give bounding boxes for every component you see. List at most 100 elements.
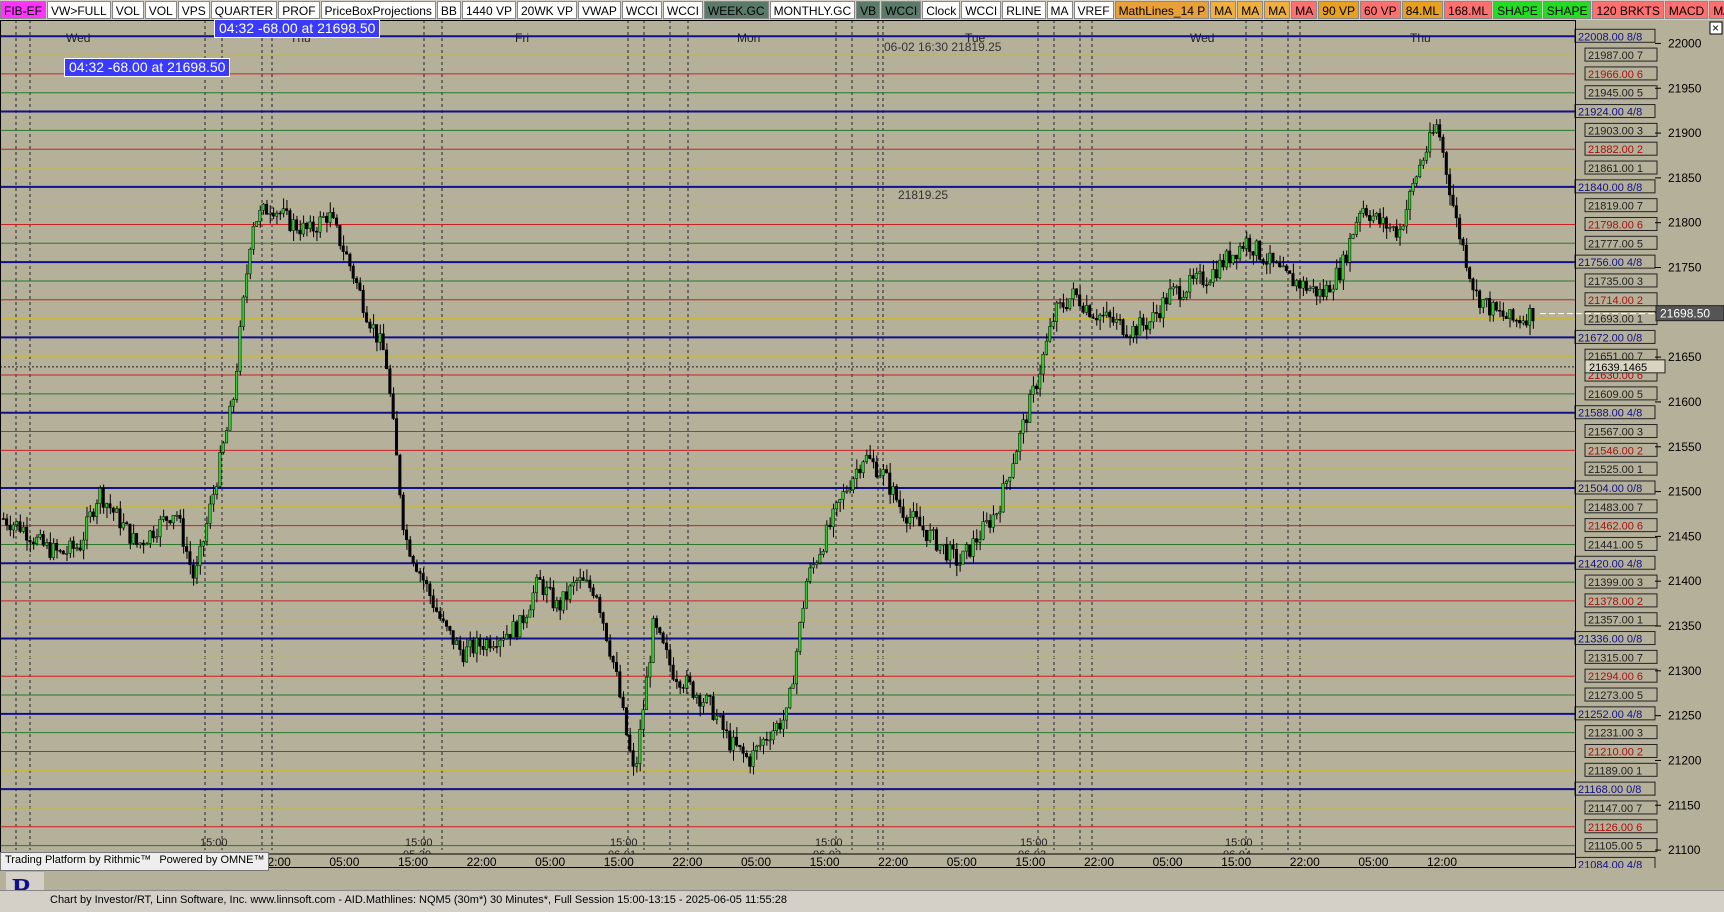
toolbar-button-wcci[interactable]: WCCI <box>961 1 1002 19</box>
candle <box>365 312 369 323</box>
candle <box>1351 234 1355 239</box>
candle <box>125 522 129 525</box>
toolbar-button-prof[interactable]: PROF <box>278 1 320 19</box>
candle <box>38 534 42 538</box>
toolbar-button-week-gc[interactable]: WEEK.GC <box>703 1 769 19</box>
toolbar-button-macd[interactable]: MACD <box>1664 1 1709 19</box>
candle <box>688 675 692 683</box>
toolbar-button-vps[interactable]: VPS <box>177 1 210 19</box>
candle <box>641 709 645 730</box>
candle <box>1238 246 1242 260</box>
time-axis-label: 15:00 <box>1015 855 1045 868</box>
candle <box>1411 183 1415 192</box>
candle <box>35 537 39 544</box>
candle <box>674 679 678 683</box>
toolbar-button-monthly-gc[interactable]: MONTHLY.GC <box>769 1 856 19</box>
toolbar-button-ma[interactable]: MA <box>1237 1 1264 19</box>
toolbar-button-vb[interactable]: VB <box>856 1 881 19</box>
toolbar-button-rline[interactable]: RLINE <box>1002 1 1046 19</box>
candle <box>654 618 658 628</box>
toolbar-button-ma[interactable]: MA <box>1291 1 1318 19</box>
mathline-label: 21840.00 8/8 <box>1578 182 1642 194</box>
toolbar-button-vwap[interactable]: VWAP <box>578 1 621 19</box>
candle <box>1414 176 1418 184</box>
toolbar-button-90-vp[interactable]: 90 VP <box>1318 1 1359 19</box>
candle <box>1041 354 1045 375</box>
candle <box>718 715 722 717</box>
time-axis-label: 22:00 <box>467 855 497 868</box>
toolbar-button-ma[interactable]: MA <box>1046 1 1073 19</box>
toolbar-button-wcci[interactable]: WCCI <box>881 1 922 19</box>
time-axis-label: 05:00 <box>1358 855 1388 868</box>
candle <box>1408 191 1412 210</box>
candle <box>694 695 698 698</box>
candle <box>964 544 968 552</box>
candle <box>1234 254 1238 260</box>
toolbar-button-ma[interactable]: MA <box>1210 1 1237 19</box>
candle <box>1128 336 1132 338</box>
toolbar-button-shape[interactable]: SHAPE <box>1542 1 1592 19</box>
candle <box>1364 208 1368 216</box>
candle <box>1271 252 1275 263</box>
toolbar-button-120-brkts[interactable]: 120 BRKTS <box>1592 1 1664 19</box>
candle <box>1198 271 1202 274</box>
time-axis-label: 15:00 <box>1221 855 1251 868</box>
candle <box>175 514 179 517</box>
candle <box>71 540 75 549</box>
candle <box>131 533 135 544</box>
candle <box>798 622 802 652</box>
candle <box>941 543 945 546</box>
candle <box>328 212 332 223</box>
price-axis-label: 21900 <box>1668 126 1702 140</box>
alert-flag-top: 04:32 -68.00 at 21698.50 <box>214 19 381 38</box>
toolbar-button-macd[interactable]: MACD <box>1709 1 1724 19</box>
candle <box>1004 480 1008 484</box>
toolbar-button-1440-vp[interactable]: 1440 VP <box>461 1 516 19</box>
toolbar-button-vref[interactable]: VREF <box>1073 1 1114 19</box>
toolbar-button-vol[interactable]: VOL <box>111 1 144 19</box>
mathline-label: 21777.00 5 <box>1588 238 1643 250</box>
candle <box>874 461 878 478</box>
candle <box>461 649 465 663</box>
candle <box>658 627 662 634</box>
toolbar-button-168-ml[interactable]: 168.ML <box>1444 1 1493 19</box>
candle <box>375 324 379 343</box>
candle <box>225 430 229 444</box>
toolbar-button-84-ml[interactable]: 84.ML <box>1401 1 1444 19</box>
candle <box>1214 269 1218 279</box>
toolbar-button-ma[interactable]: MA <box>1264 1 1291 19</box>
candle <box>861 461 865 474</box>
candle <box>808 567 812 582</box>
candle <box>998 511 1002 515</box>
toolbar-button-quarter[interactable]: QUARTER <box>210 1 278 19</box>
candle <box>1034 385 1038 390</box>
candle <box>561 591 565 611</box>
toolbar-button-20wk-vp[interactable]: 20WK VP <box>516 1 578 19</box>
candle <box>351 265 355 279</box>
price-chart[interactable]: Wed Thu Fri Mon Tue Wed Thu 22008.00 8/821987.0… <box>0 20 1724 868</box>
candle <box>588 579 592 589</box>
candle <box>191 564 195 579</box>
toolbar-button-clock[interactable]: Clock <box>922 1 961 19</box>
price-axis-label: 21100 <box>1668 843 1701 857</box>
candle <box>11 524 15 531</box>
toolbar-button-shape[interactable]: SHAPE <box>1493 1 1542 19</box>
candle <box>151 530 155 539</box>
toolbar-button-vol[interactable]: VOL <box>144 1 177 19</box>
toolbar-button-bb[interactable]: BB <box>436 1 461 19</box>
candle <box>1144 324 1148 330</box>
toolbar-button-mathlines-14-p[interactable]: MathLines_14 P <box>1114 1 1210 19</box>
toolbar-button-fib-ef[interactable]: FIB-EF <box>0 1 46 19</box>
candle <box>1314 286 1318 297</box>
toolbar-button-wcci[interactable]: WCCI <box>662 1 703 19</box>
candle <box>1258 240 1262 260</box>
toolbar-button-vw-full[interactable]: VW>FULL <box>47 1 111 19</box>
toolbar-button-60-vp[interactable]: 60 VP <box>1360 1 1401 19</box>
candle <box>111 507 115 513</box>
toolbar-button-priceboxprojections[interactable]: PriceBoxProjections <box>320 1 436 19</box>
candle <box>1088 305 1092 318</box>
candle <box>814 562 818 565</box>
toolbar-button-wcci[interactable]: WCCI <box>621 1 662 19</box>
candle <box>838 499 842 503</box>
candle <box>971 538 975 557</box>
